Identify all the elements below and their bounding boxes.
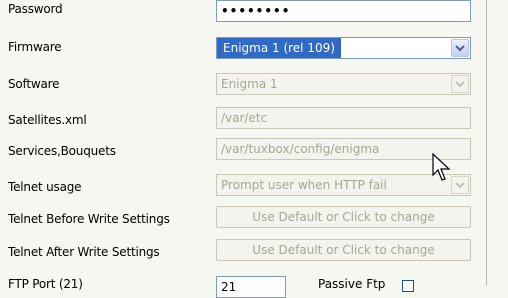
telnet-usage-value: Prompt user when HTTP fail [221,178,387,192]
software-value: Enigma 1 [221,77,278,91]
telnet-before-label: Telnet Before Write Settings [8,212,170,226]
cursor-arrow-icon [432,152,451,181]
telnet-after-label: Telnet After Write Settings [8,245,160,259]
software-label: Software [8,77,60,91]
services-label: Services,Bouquets [8,144,116,158]
software-select[interactable]: Enigma 1 [216,73,471,95]
password-label: Password [8,2,63,16]
telnet-after-button[interactable]: Use Default or Click to change [216,239,471,261]
mouse-pointer-icon [432,152,454,183]
telnet-before-button[interactable]: Use Default or Click to change [216,206,471,228]
chevron-down-icon [455,45,465,52]
right-panel-edge [486,0,508,286]
firmware-selected-value: Enigma 1 (rel 109) [217,38,341,58]
ftp-port-field[interactable]: 21 [216,276,286,298]
satellites-value: /var/etc [221,111,268,125]
passive-ftp-checkbox[interactable] [402,280,414,292]
satellites-label: Satellites.xml [8,113,87,127]
software-dropdown-button[interactable] [451,75,469,93]
firmware-select[interactable]: Enigma 1 (rel 109) [216,37,471,59]
telnet-usage-label: Telnet usage [8,180,82,194]
firmware-dropdown-button[interactable] [451,39,469,57]
services-value: /var/tuxbox/config/enigma [221,142,380,156]
satellites-field[interactable]: /var/etc [216,107,471,129]
ftp-port-label: FTP Port (21) [8,277,83,291]
password-field[interactable]: •••••••• [216,0,471,22]
passive-ftp-label: Passive Ftp [318,277,386,291]
firmware-label: Firmware [8,40,62,54]
chevron-down-icon [455,182,465,189]
ftp-port-value: 21 [221,280,237,294]
password-value: •••••••• [221,4,291,18]
chevron-down-icon [455,81,465,88]
